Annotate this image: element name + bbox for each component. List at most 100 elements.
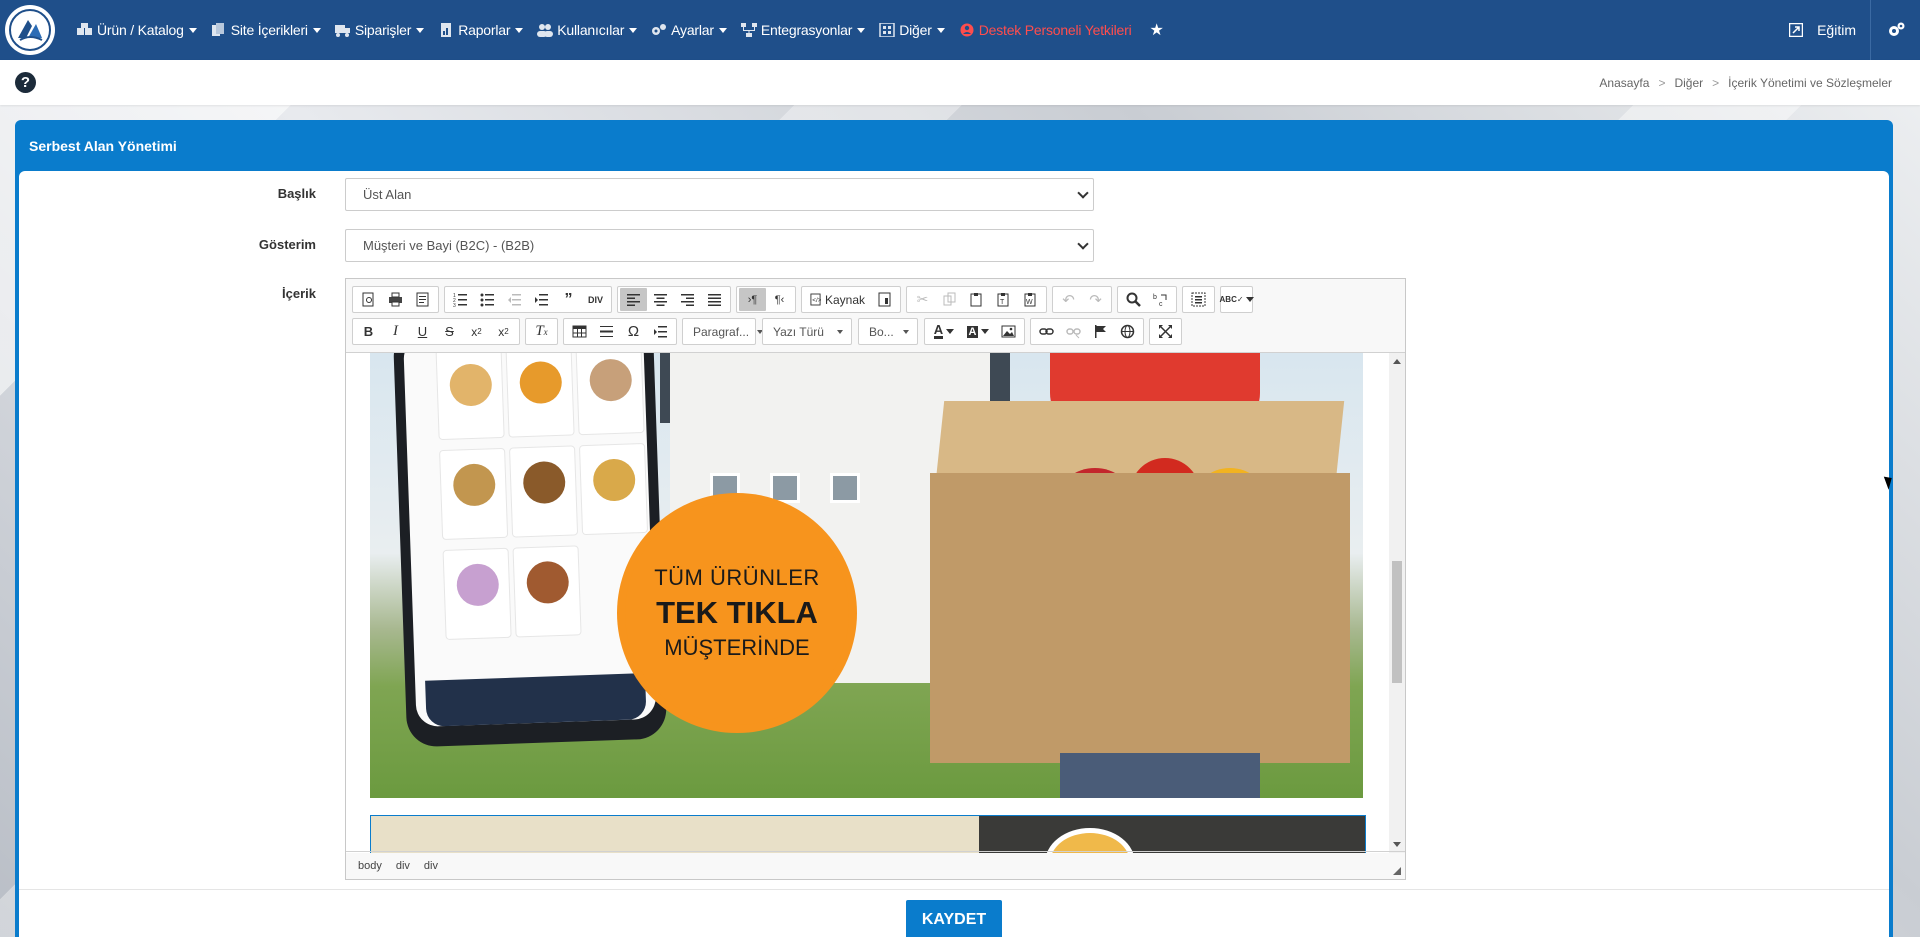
- select-all-icon[interactable]: [1185, 288, 1212, 311]
- chevron-down-icon: [936, 27, 945, 33]
- nav-item-other[interactable]: Diğer: [879, 22, 945, 38]
- report-icon: [438, 23, 454, 37]
- copy-icon: [211, 23, 227, 37]
- font-family-combo[interactable]: Yazı Türü: [762, 318, 852, 345]
- text-direction-rtl-icon[interactable]: ¶‹: [766, 288, 793, 311]
- scroll-up-arrow[interactable]: [1393, 359, 1401, 364]
- strikethrough-icon[interactable]: S: [436, 320, 463, 343]
- resize-handle-icon[interactable]: [1393, 867, 1401, 875]
- text-direction-ltr-icon[interactable]: ›¶: [739, 288, 766, 311]
- image-icon[interactable]: [995, 320, 1022, 343]
- align-center-icon[interactable]: [647, 288, 674, 311]
- nav-item-support-permissions[interactable]: Destek Personeli Yetkileri: [959, 22, 1132, 38]
- background-color-icon[interactable]: A: [961, 320, 995, 343]
- scroll-down-arrow[interactable]: [1393, 842, 1401, 847]
- text-color-icon[interactable]: A: [927, 320, 961, 343]
- panel-title: Serbest Alan Yönetimi: [29, 138, 177, 154]
- link-icon[interactable]: [1033, 320, 1060, 343]
- subscript-icon[interactable]: x2: [463, 320, 490, 343]
- page-break-icon[interactable]: [647, 320, 674, 343]
- superscript-icon[interactable]: x2: [490, 320, 517, 343]
- undo-icon[interactable]: ↶: [1055, 288, 1082, 311]
- breadcrumb-parent[interactable]: Diğer: [1674, 76, 1703, 90]
- chevron-down-icon: [857, 27, 866, 33]
- print-icon[interactable]: [382, 288, 409, 311]
- sub-header: ? Anasayfa > Diğer > İçerik Yönetimi ve …: [0, 60, 1920, 105]
- nav-item-catalog[interactable]: Ürün / Katalog: [77, 22, 197, 38]
- preview-icon[interactable]: [355, 288, 382, 311]
- underline-icon[interactable]: U: [409, 320, 436, 343]
- table-icon[interactable]: [566, 320, 593, 343]
- replace-icon[interactable]: bc: [1147, 288, 1174, 311]
- path-item-body[interactable]: body: [358, 860, 382, 872]
- editor-content[interactable]: TÜM ÜRÜNLER TEK TIKLA MÜŞTERİNDE: [346, 353, 1405, 853]
- save-button[interactable]: KAYDET: [906, 900, 1002, 937]
- unlink-icon[interactable]: [1060, 320, 1087, 343]
- help-icon[interactable]: ?: [15, 72, 36, 93]
- copy-icon[interactable]: [936, 288, 963, 311]
- iframe-globe-icon[interactable]: [1114, 320, 1141, 343]
- outdent-icon[interactable]: [501, 288, 528, 311]
- maximize-icon[interactable]: [1152, 320, 1179, 343]
- paste-text-icon[interactable]: T: [990, 288, 1017, 311]
- italic-icon[interactable]: I: [382, 320, 409, 343]
- breadcrumb-home[interactable]: Anasayfa: [1599, 76, 1649, 90]
- user-circle-icon: [959, 23, 975, 37]
- anchor-flag-icon[interactable]: [1087, 320, 1114, 343]
- display-select[interactable]: Müşteri ve Bayi (B2C) - (B2B): [345, 229, 1094, 262]
- templates-icon[interactable]: [409, 288, 436, 311]
- show-blocks-icon[interactable]: [871, 288, 898, 311]
- indent-icon[interactable]: [528, 288, 555, 311]
- create-div-icon[interactable]: DIV: [582, 288, 609, 311]
- remove-format-icon[interactable]: Tx: [528, 320, 555, 343]
- svg-text:b: b: [1153, 294, 1157, 301]
- chevron-down-icon: [515, 27, 524, 33]
- nav-item-orders[interactable]: Siparişler: [334, 22, 425, 38]
- redo-icon[interactable]: ↷: [1082, 288, 1109, 311]
- align-justify-icon[interactable]: [701, 288, 728, 311]
- settings-button[interactable]: [1870, 0, 1920, 60]
- align-right-icon[interactable]: [674, 288, 701, 311]
- sitemap-icon: [740, 23, 757, 37]
- editor-toolbar: 123 ” DIV ›¶ ¶‹ </> Kaynak ✂ T W ↶ ↷ b c…: [346, 279, 1405, 353]
- svg-text:T: T: [1000, 299, 1005, 306]
- truck-icon: [334, 23, 351, 37]
- blockquote-icon[interactable]: ”: [555, 288, 582, 311]
- grid-icon: [879, 23, 895, 37]
- align-left-icon[interactable]: [620, 288, 647, 311]
- nav-item-users[interactable]: Kullanıcılar: [537, 22, 638, 38]
- editor-scrollbar[interactable]: [1389, 353, 1405, 853]
- nav-item-settings[interactable]: Ayarlar: [651, 22, 727, 38]
- brand-logo[interactable]: [5, 5, 55, 55]
- title-label: Başlık: [277, 186, 316, 201]
- gears-icon: [1888, 22, 1904, 36]
- secondary-banner-image: [370, 815, 1366, 853]
- nav-item-site-content[interactable]: Site İçerikleri: [211, 22, 321, 38]
- user-name[interactable]: Eğitim: [1817, 22, 1856, 38]
- scroll-thumb[interactable]: [1392, 561, 1402, 683]
- cut-icon[interactable]: ✂: [909, 288, 936, 311]
- svg-text:c: c: [1159, 301, 1163, 307]
- paragraph-format-combo[interactable]: Paragraf...: [682, 318, 764, 345]
- external-edit-icon[interactable]: [1789, 23, 1804, 37]
- breadcrumb-current: İçerik Yönetimi ve Sözleşmeler: [1728, 75, 1892, 90]
- bold-icon[interactable]: B: [355, 320, 382, 343]
- nav-item-integrations[interactable]: Entegrasyonlar: [740, 22, 866, 38]
- path-item-div[interactable]: div: [424, 860, 438, 872]
- chevron-down-icon: [416, 27, 425, 33]
- logo-icon: [9, 9, 51, 51]
- source-button[interactable]: </> Kaynak: [804, 293, 871, 307]
- font-size-combo[interactable]: Bo...: [858, 318, 918, 345]
- horizontal-line-icon[interactable]: [593, 320, 620, 343]
- bulleted-list-icon[interactable]: [474, 288, 501, 311]
- favorites-star-icon[interactable]: ★: [1149, 20, 1163, 40]
- paste-word-icon[interactable]: W: [1017, 288, 1044, 311]
- spellcheck-icon[interactable]: ABC✓: [1220, 288, 1254, 311]
- path-item-div[interactable]: div: [396, 860, 410, 872]
- find-icon[interactable]: [1120, 288, 1147, 311]
- paste-icon[interactable]: [963, 288, 990, 311]
- nav-item-reports[interactable]: Raporlar: [438, 22, 524, 38]
- numbered-list-icon[interactable]: 123: [447, 288, 474, 311]
- special-char-icon[interactable]: Ω: [620, 320, 647, 343]
- title-select[interactable]: Üst Alan: [345, 178, 1094, 211]
